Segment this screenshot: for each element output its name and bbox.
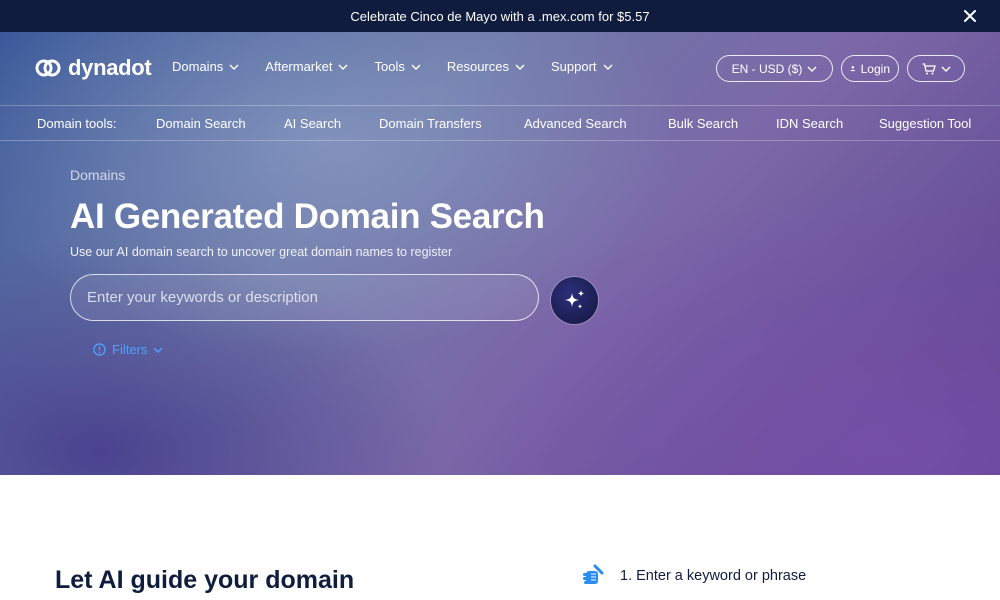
filters-toggle[interactable]: Filters xyxy=(93,342,163,357)
chevron-down-icon xyxy=(807,66,817,72)
section-heading: Let AI guide your domain xyxy=(55,566,355,594)
logo[interactable]: dynadot xyxy=(34,54,152,82)
chevron-down-icon xyxy=(153,347,163,353)
sparkles-icon xyxy=(564,289,584,309)
language-currency-button[interactable]: EN - USD ($) xyxy=(716,55,833,82)
ai-search-button[interactable] xyxy=(551,277,598,324)
chevron-down-icon xyxy=(411,64,421,70)
brand-name: dynadot xyxy=(68,55,152,80)
tool-link-domain-transfers[interactable]: Domain Transfers xyxy=(379,116,482,131)
chevron-down-icon xyxy=(603,64,613,70)
nav-item-support[interactable]: Support xyxy=(551,59,613,74)
nav-item-resources[interactable]: Resources xyxy=(447,59,525,74)
close-icon[interactable] xyxy=(962,8,978,24)
nav-item-label: Resources xyxy=(446,59,509,74)
nav-item-label: Domains xyxy=(172,59,224,74)
login-label: Login xyxy=(860,61,890,76)
hero-section: dynadot Domains Aftermarket Tools Resour… xyxy=(0,32,1000,475)
tool-link-domain-search[interactable]: Domain Search xyxy=(156,116,246,131)
breadcrumb[interactable]: Domains xyxy=(70,167,125,183)
nav-item-tools[interactable]: Tools xyxy=(374,59,421,74)
filter-info-icon xyxy=(93,343,106,356)
tool-link-ai-search[interactable]: AI Search xyxy=(284,116,341,131)
page-title: AI Generated Domain Search xyxy=(70,197,545,236)
page-subtitle: Use our AI domain search to uncover grea… xyxy=(70,245,453,259)
domain-tools-label: Domain tools: xyxy=(37,116,117,131)
user-icon xyxy=(850,66,856,72)
cart-icon xyxy=(922,62,936,74)
domain-search-input[interactable] xyxy=(70,274,539,321)
chevron-down-icon xyxy=(941,66,950,72)
nav-item-domains[interactable]: Domains xyxy=(172,59,239,74)
cart-button[interactable] xyxy=(907,55,965,82)
pointing-hand-icon xyxy=(583,564,604,584)
nav-item-label: Support xyxy=(550,59,597,74)
nav-actions: EN - USD ($) Login xyxy=(716,55,965,82)
filters-label: Filters xyxy=(112,342,148,357)
tool-link-bulk-search[interactable]: Bulk Search xyxy=(668,116,738,131)
language-currency-label: EN - USD ($) xyxy=(731,61,803,76)
chevron-down-icon xyxy=(515,64,525,70)
dynadot-logo-icon xyxy=(35,59,61,77)
nav-menu: Domains Aftermarket Tools Resources Supp… xyxy=(172,59,639,74)
nav-item-aftermarket[interactable]: Aftermarket xyxy=(265,59,348,74)
domain-tools-bar: Domain tools: Domain Search AI Search Do… xyxy=(0,105,1000,141)
nav-item-label: Aftermarket xyxy=(265,59,333,74)
promo-bar: Celebrate Cinco de Mayo with a .mex.com … xyxy=(0,0,1000,32)
login-button[interactable]: Login xyxy=(841,55,899,82)
tool-link-advanced-search[interactable]: Advanced Search xyxy=(524,116,627,131)
chevron-down-icon xyxy=(229,64,239,70)
step-1-text: 1. Enter a keyword or phrase xyxy=(620,568,807,584)
nav-item-label: Tools xyxy=(374,59,405,74)
main-nav: dynadot Domains Aftermarket Tools Resour… xyxy=(0,32,1000,105)
tool-link-idn-search[interactable]: IDN Search xyxy=(776,116,843,131)
tool-link-suggestion-tool[interactable]: Suggestion Tool xyxy=(879,116,971,131)
promo-text[interactable]: Celebrate Cinco de Mayo with a .mex.com … xyxy=(350,9,649,24)
chevron-down-icon xyxy=(338,64,348,70)
